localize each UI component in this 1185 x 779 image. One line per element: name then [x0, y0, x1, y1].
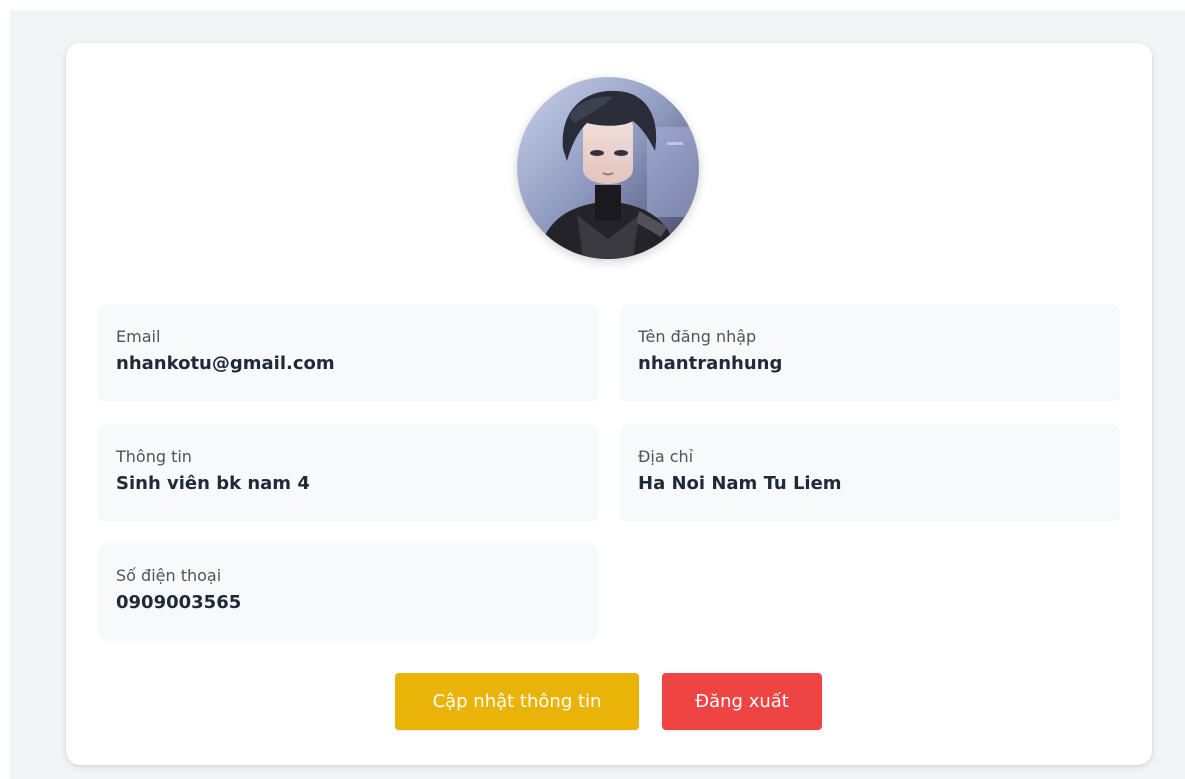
profile-card: Email nhankotu@gmail.com Tên đăng nhập n…: [66, 43, 1152, 765]
username-label: Tên đăng nhập: [638, 327, 757, 346]
email-value: nhankotu@gmail.com: [116, 353, 335, 374]
address-value: Ha Noi Nam Tu Liem: [638, 473, 842, 494]
phone-label: Số điện thoại: [116, 566, 222, 585]
address-field: Địa chỉ Ha Noi Nam Tu Liem: [620, 424, 1120, 522]
email-field: Email nhankotu@gmail.com: [98, 304, 598, 402]
update-info-button[interactable]: Cập nhật thông tin: [395, 673, 639, 730]
username-value: nhantranhung: [638, 353, 783, 374]
address-label: Địa chỉ: [638, 447, 694, 466]
info-value: Sinh viên bk nam 4: [116, 473, 310, 494]
logout-button[interactable]: Đăng xuất: [662, 673, 822, 730]
username-field: Tên đăng nhập nhantranhung: [620, 304, 1120, 402]
info-label: Thông tin: [116, 447, 192, 466]
phone-value: 0909003565: [116, 592, 242, 613]
info-field: Thông tin Sinh viên bk nam 4: [98, 424, 598, 522]
phone-field: Số điện thoại 0909003565: [98, 543, 598, 641]
page-background: Email nhankotu@gmail.com Tên đăng nhập n…: [10, 10, 1185, 779]
avatar-image: [517, 77, 699, 259]
avatar: [517, 77, 699, 259]
email-label: Email: [116, 327, 161, 346]
